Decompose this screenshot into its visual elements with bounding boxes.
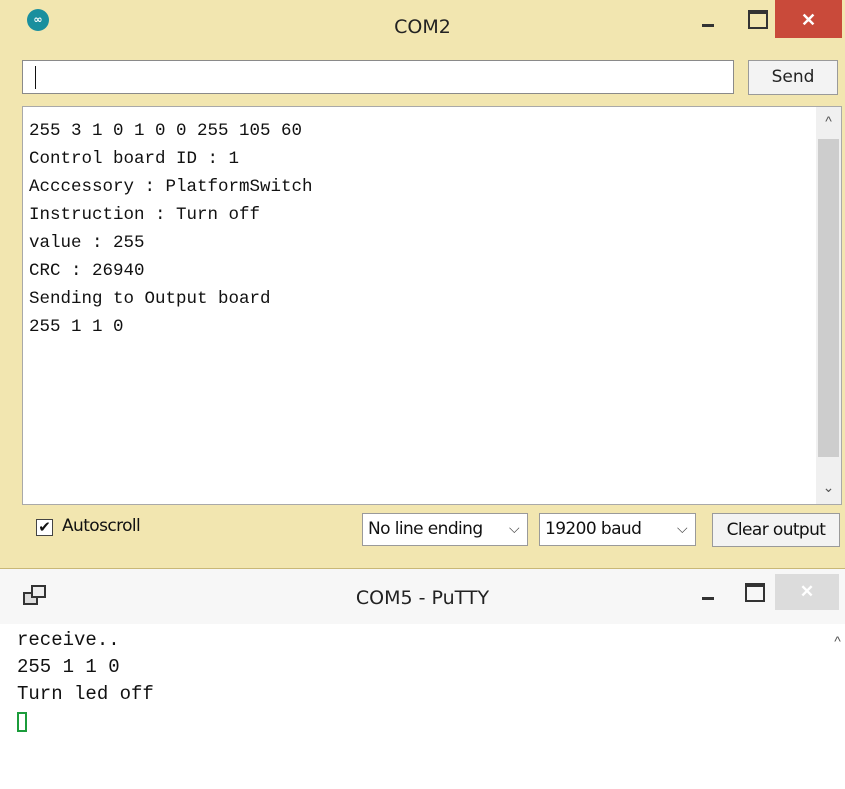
scrollbar-thumb[interactable] — [818, 139, 839, 457]
title-bar[interactable]: COM5 - PuTTY ✕ — [0, 569, 845, 624]
putty-window: COM5 - PuTTY ✕ receive.. 255 1 1 0 Turn le… — [0, 569, 845, 789]
output-line: CRC : 26940 — [29, 261, 145, 281]
monitor-footer: ✔ Autoscroll No line ending ⌵ 19200 baud… — [22, 508, 842, 556]
window-title: COM2 — [394, 16, 451, 38]
minimize-button[interactable] — [700, 10, 716, 30]
scroll-down-icon[interactable]: ⌄ — [816, 479, 841, 496]
output-line: 255 3 1 0 1 0 0 255 105 60 — [29, 121, 303, 141]
baud-rate-select[interactable]: 19200 baud ⌵ — [539, 513, 696, 546]
output-line: 255 1 1 0 — [29, 317, 124, 337]
scroll-up-icon[interactable]: ^ — [816, 113, 841, 129]
chevron-down-icon: ⌵ — [676, 521, 688, 537]
output-line: value : 255 — [29, 233, 145, 253]
terminal-lines: receive.. 255 1 1 0 Turn led off — [17, 627, 154, 708]
chevron-down-icon: ⌵ — [508, 521, 520, 537]
window-title: COM5 - PuTTY — [355, 587, 490, 609]
output-line: Acccessory : PlatformSwitch — [29, 177, 313, 197]
output-line: Sending to Output board — [29, 289, 271, 309]
clear-output-button[interactable]: Clear output — [712, 513, 840, 547]
serial-input-field[interactable] — [22, 60, 734, 94]
baud-rate-value: 19200 baud — [545, 519, 642, 539]
title-bar[interactable]: ∞ COM2 ✕ — [0, 0, 845, 42]
autoscroll-label: Autoscroll — [62, 516, 141, 536]
close-button[interactable]: ✕ — [775, 0, 842, 38]
serial-monitor-window: ∞ COM2 ✕ Send 255 3 1 0 1 0 0 255 105 60… — [0, 0, 845, 569]
terminal-line: Turn led off — [17, 683, 154, 705]
minimize-button[interactable] — [700, 583, 716, 603]
line-ending-value: No line ending — [368, 519, 483, 539]
terminal-output[interactable]: receive.. 255 1 1 0 Turn led off — [17, 627, 154, 732]
maximize-button[interactable] — [748, 10, 768, 29]
line-ending-select[interactable]: No line ending ⌵ — [362, 513, 528, 546]
autoscroll-checkbox[interactable]: ✔ — [36, 519, 53, 536]
vertical-scrollbar[interactable]: ^ — [825, 633, 845, 783]
output-line: Instruction : Turn off — [29, 205, 261, 225]
terminal-line: receive.. — [17, 629, 120, 651]
output-line: Control board ID : 1 — [29, 149, 240, 169]
close-button[interactable]: ✕ — [775, 574, 839, 610]
serial-output-area[interactable]: 255 3 1 0 1 0 0 255 105 60 Control board … — [22, 106, 842, 505]
output-lines: 255 3 1 0 1 0 0 255 105 60 Control board … — [29, 117, 313, 341]
text-caret — [35, 66, 36, 89]
send-button[interactable]: Send — [748, 60, 838, 95]
maximize-button[interactable] — [745, 583, 765, 602]
vertical-scrollbar[interactable]: ^ ⌄ — [816, 107, 841, 504]
terminal-cursor — [17, 712, 27, 732]
scroll-up-icon[interactable]: ^ — [825, 633, 845, 649]
terminal-line: 255 1 1 0 — [17, 656, 120, 678]
